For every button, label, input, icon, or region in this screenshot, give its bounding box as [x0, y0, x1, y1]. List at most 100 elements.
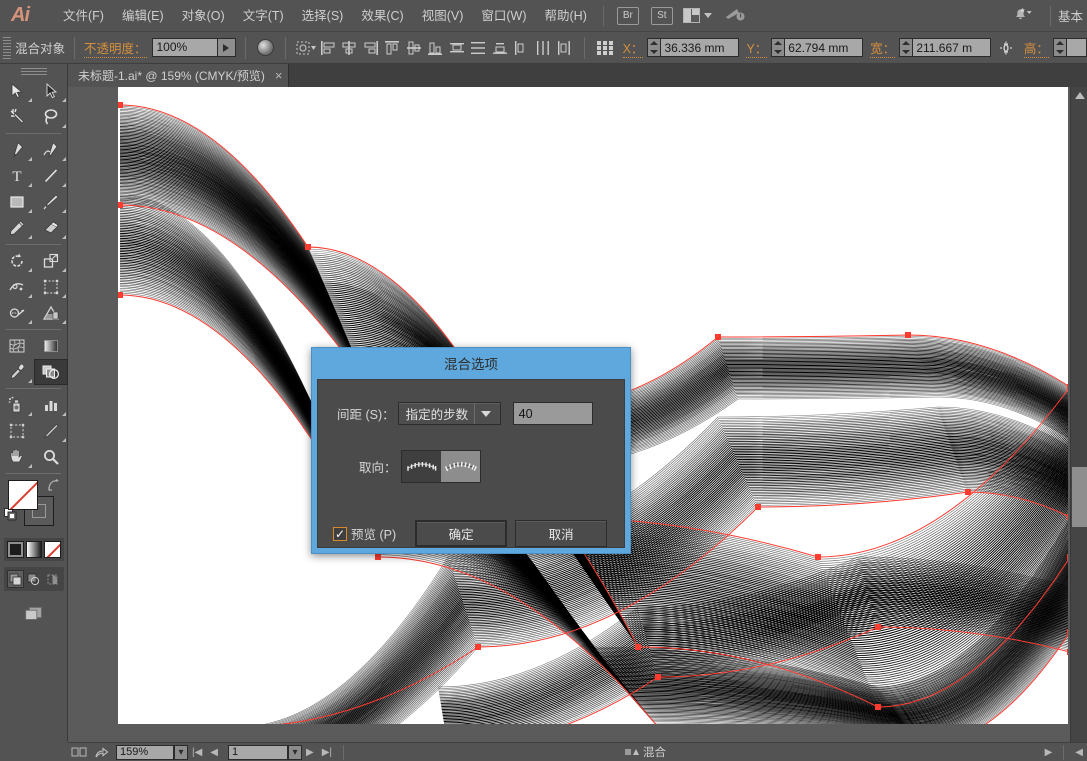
zoom-dropdown-button[interactable]: ▾	[174, 744, 188, 760]
align-to-selection-button[interactable]	[295, 36, 317, 60]
workspace-label[interactable]: 基本	[1058, 6, 1087, 25]
menu-type[interactable]: 文字(T)	[234, 0, 293, 32]
preview-checkbox-wrap[interactable]: ✓ 预览 (P)	[333, 524, 396, 543]
status-menu-button[interactable]: ▶	[1041, 747, 1057, 758]
distribute-right-button[interactable]	[554, 36, 576, 60]
previous-artboard-button[interactable]: ◀	[206, 747, 222, 758]
line-segment-tool[interactable]	[34, 163, 68, 189]
height-input[interactable]	[1066, 38, 1087, 57]
notifications-icon[interactable]	[1011, 6, 1035, 26]
menu-view[interactable]: 视图(V)	[413, 0, 473, 32]
gradient-tool[interactable]	[34, 333, 68, 359]
blend-tool[interactable]	[34, 359, 68, 385]
y-stepper[interactable]	[771, 38, 786, 57]
column-graph-tool[interactable]	[34, 392, 68, 418]
artboard-number-input[interactable]: 1	[228, 744, 288, 760]
x-input[interactable]: 36.336 mm	[661, 38, 740, 57]
menu-file[interactable]: 文件(F)	[54, 0, 113, 32]
search-adobe-stock-icon[interactable]	[724, 6, 746, 26]
fill-swatch[interactable]	[8, 480, 38, 510]
draw-behind-mode-button[interactable]	[25, 570, 42, 588]
transform-panel-button[interactable]	[594, 36, 616, 60]
selection-tool[interactable]	[0, 78, 34, 104]
pencil-tool[interactable]	[0, 215, 34, 241]
width-stepper[interactable]	[899, 38, 914, 57]
y-label[interactable]: Y：	[746, 38, 768, 58]
gradient-swatch-mode-button[interactable]	[25, 541, 43, 558]
cancel-button[interactable]: 取消	[515, 520, 608, 547]
bridge-icon[interactable]: Br	[616, 6, 639, 25]
change-screen-mode-button[interactable]	[22, 601, 46, 625]
eraser-tool[interactable]	[34, 215, 68, 241]
stock-icon[interactable]: St	[650, 6, 673, 25]
opacity-input[interactable]: 100%	[151, 38, 218, 57]
shape-builder-tool[interactable]	[0, 300, 34, 326]
lasso-tool[interactable]	[34, 104, 68, 130]
menu-effect[interactable]: 效果(C)	[352, 0, 412, 32]
paintbrush-tool[interactable]	[34, 189, 68, 215]
opacity-label[interactable]: 不透明度：	[83, 38, 147, 58]
zoom-tool[interactable]	[34, 444, 68, 470]
default-fill-stroke-icon[interactable]	[4, 508, 18, 522]
zoom-level-input[interactable]: 159%	[116, 744, 174, 760]
align-right-button[interactable]	[360, 36, 382, 60]
distribute-top-button[interactable]	[446, 36, 468, 60]
perspective-grid-tool[interactable]	[34, 300, 68, 326]
steps-input[interactable]: 40	[512, 402, 593, 425]
type-tool[interactable]: T	[0, 163, 34, 189]
distribute-left-button[interactable]	[511, 36, 533, 60]
last-artboard-button[interactable]: ▶|	[318, 747, 336, 758]
menu-select[interactable]: 选择(S)	[293, 0, 353, 32]
mesh-tool[interactable]	[0, 333, 34, 359]
free-transform-tool[interactable]	[34, 274, 68, 300]
ok-button[interactable]: 确定	[415, 520, 508, 547]
x-stepper[interactable]	[647, 38, 662, 57]
hand-tool[interactable]	[0, 444, 34, 470]
distribute-horizontal-center-button[interactable]	[532, 36, 554, 60]
vertical-scrollbar[interactable]	[1070, 87, 1087, 742]
slice-tool[interactable]	[34, 418, 68, 444]
menu-object[interactable]: 对象(O)	[173, 0, 234, 32]
spacing-select[interactable]: 指定的步数	[397, 402, 501, 425]
y-input[interactable]: 62.794 mm	[785, 38, 864, 57]
align-to-page-button[interactable]	[401, 451, 441, 482]
width-input[interactable]: 211.667 m	[913, 38, 992, 57]
blend-mode-button[interactable]	[254, 36, 276, 60]
curvature-tool[interactable]	[34, 137, 68, 163]
share-icon[interactable]	[90, 744, 112, 761]
constrain-proportions-button[interactable]	[995, 36, 1017, 60]
eyedropper-tool[interactable]	[0, 359, 34, 385]
distribute-center-button[interactable]	[468, 36, 490, 60]
align-bottom-button[interactable]	[424, 36, 446, 60]
x-label[interactable]: X：	[622, 38, 644, 58]
draw-inside-mode-button[interactable]	[44, 570, 61, 588]
height-stepper[interactable]	[1052, 38, 1067, 57]
direct-selection-tool[interactable]	[34, 78, 68, 104]
width-tool[interactable]	[0, 274, 34, 300]
draw-normal-mode-button[interactable]	[7, 570, 25, 588]
opacity-dropdown-button[interactable]	[217, 38, 236, 57]
next-artboard-button[interactable]: ▶	[302, 747, 318, 758]
artboard-navigation-icon[interactable]	[68, 744, 90, 761]
color-swatch-mode-button[interactable]	[7, 541, 24, 558]
close-icon[interactable]: ×	[275, 69, 283, 82]
align-center-vertical-button[interactable]	[403, 36, 425, 60]
first-artboard-button[interactable]: |◀	[188, 747, 206, 758]
arrange-documents-button[interactable]	[682, 8, 712, 23]
align-left-button[interactable]	[317, 36, 339, 60]
distribute-bottom-button[interactable]	[489, 36, 511, 60]
preview-checkbox[interactable]: ✓	[333, 526, 347, 541]
menu-window[interactable]: 窗口(W)	[472, 0, 535, 32]
status-resize-handle[interactable]: ◀	[1071, 747, 1087, 758]
pen-tool[interactable]	[0, 137, 34, 163]
align-top-button[interactable]	[381, 36, 403, 60]
document-tab[interactable]: 未标题-1.ai* @ 159% (CMYK/预览) ×	[68, 64, 290, 87]
tools-panel-grip[interactable]	[0, 64, 67, 78]
rotate-tool[interactable]	[0, 248, 34, 274]
artboard-tool[interactable]	[0, 418, 34, 444]
rectangle-tool[interactable]	[0, 189, 34, 215]
height-label[interactable]: 高：	[1023, 38, 1049, 58]
scrollbar-thumb[interactable]	[1072, 467, 1087, 527]
symbol-sprayer-tool[interactable]	[0, 392, 34, 418]
scale-tool[interactable]	[34, 248, 68, 274]
